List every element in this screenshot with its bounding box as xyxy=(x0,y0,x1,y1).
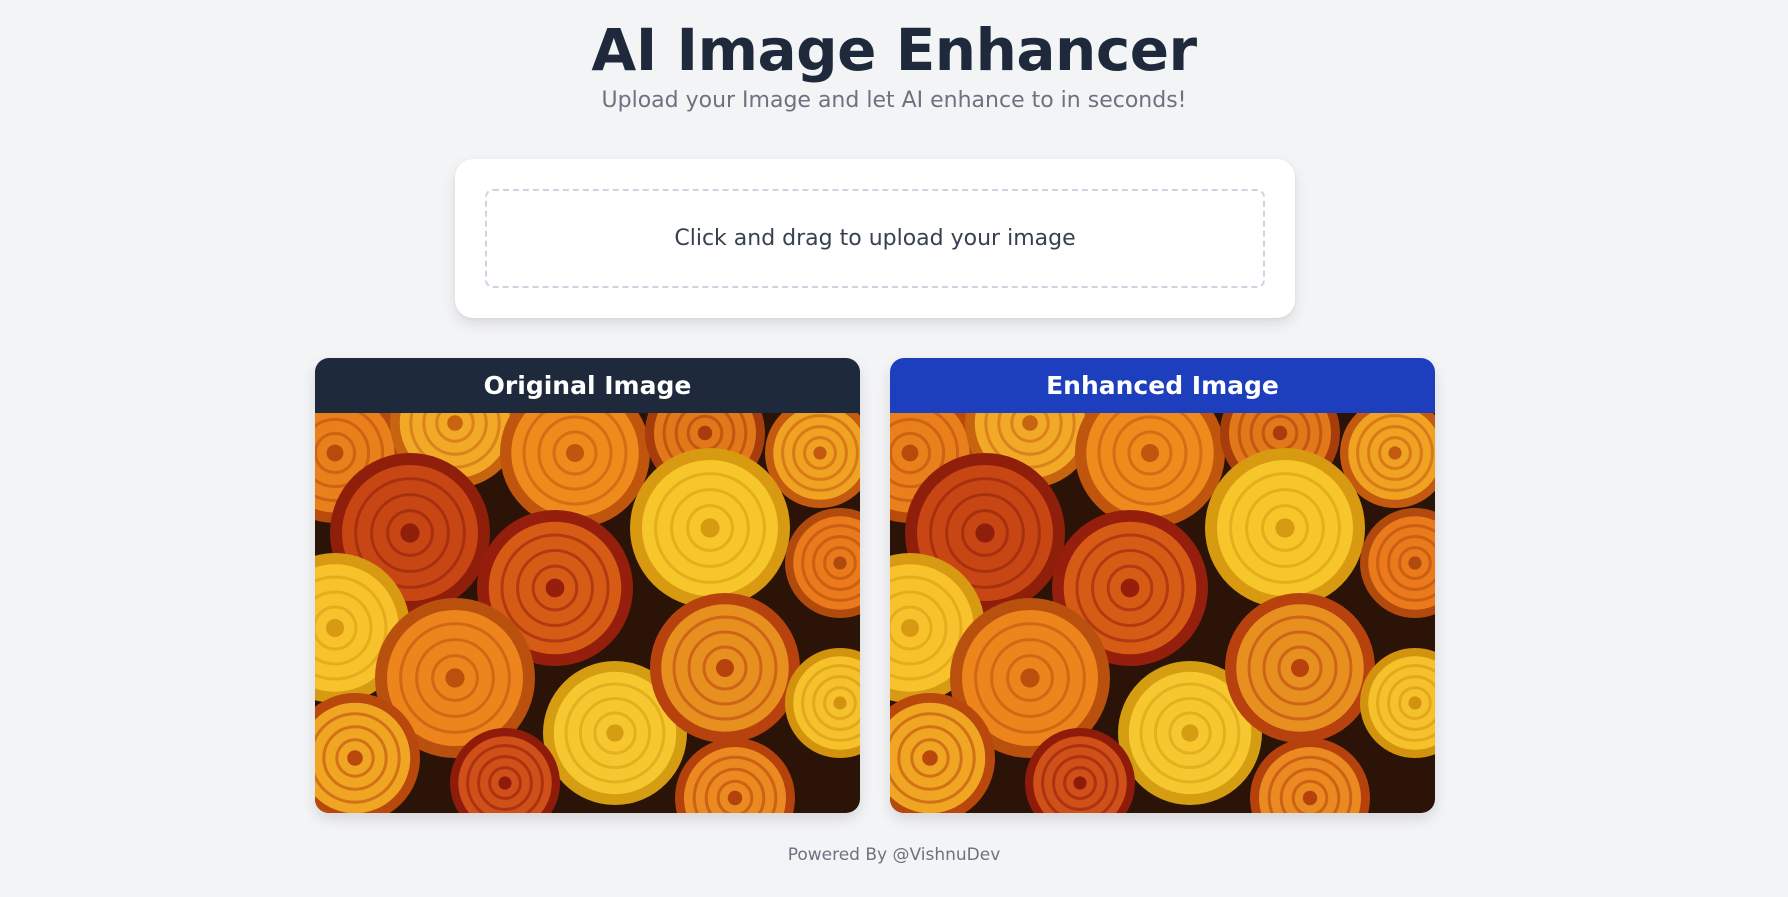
enhanced-image-panel: Enhanced Image xyxy=(890,358,1435,813)
original-image-header: Original Image xyxy=(315,358,860,413)
footer-credit: Powered By @VishnuDev xyxy=(787,845,1001,865)
marigold-flower xyxy=(1205,448,1365,608)
enhanced-image-header: Enhanced Image xyxy=(890,358,1435,413)
page-title: AI Image Enhancer xyxy=(591,16,1197,84)
page-subtitle: Upload your Image and let AI enhance to … xyxy=(601,88,1187,113)
marigold-flower xyxy=(630,448,790,608)
enhanced-image xyxy=(890,413,1435,813)
upload-card: Click and drag to upload your image xyxy=(455,159,1295,318)
original-image xyxy=(315,413,860,813)
upload-prompt: Click and drag to upload your image xyxy=(674,226,1076,251)
upload-drop-zone[interactable]: Click and drag to upload your image xyxy=(485,189,1265,288)
marigold-flower xyxy=(650,593,800,743)
original-image-panel: Original Image xyxy=(315,358,860,813)
marigold-flower xyxy=(1225,593,1375,743)
